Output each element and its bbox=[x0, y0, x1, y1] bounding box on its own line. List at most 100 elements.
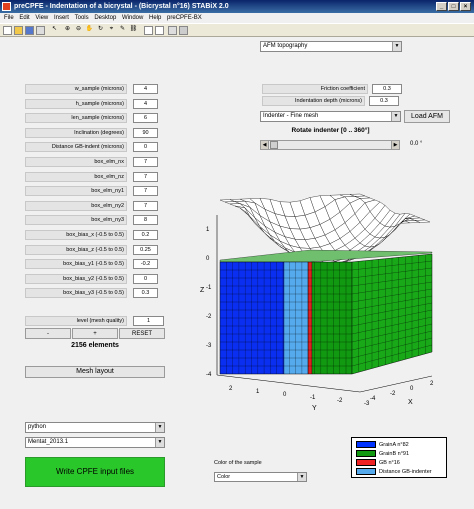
param-input[interactable]: -0.2 bbox=[133, 259, 158, 269]
open-folder-icon[interactable] bbox=[14, 26, 23, 35]
mesh-quality-minus-button[interactable]: - bbox=[25, 328, 71, 339]
param-label: box_bias_y1 (-0.5 to 0.5) bbox=[25, 259, 127, 269]
title-bar: preCPFE - Indentation of a bicrystal - (… bbox=[0, 0, 474, 13]
axis-tick-label: -2 bbox=[206, 314, 212, 320]
param-label: Distance GB-indent (microns) bbox=[25, 142, 127, 152]
param-input[interactable]: 0 bbox=[133, 142, 158, 152]
show-plot-tools-icon[interactable] bbox=[179, 26, 188, 35]
param-input[interactable]: 7 bbox=[133, 186, 158, 196]
legend-icon[interactable] bbox=[155, 26, 164, 35]
legend-item-grain-b: GrainB n°91 bbox=[356, 450, 409, 458]
zoom-in-icon[interactable]: ⊕ bbox=[63, 26, 72, 35]
param-input[interactable]: 0 bbox=[133, 274, 158, 284]
chevron-down-icon: ▼ bbox=[297, 473, 306, 481]
python-dropdown[interactable]: python ▼ bbox=[25, 422, 165, 433]
legend-swatch bbox=[356, 450, 376, 457]
indentation-depth-label: Indentation depth (microns) bbox=[262, 96, 365, 106]
hide-plot-tools-icon[interactable] bbox=[168, 26, 177, 35]
new-file-icon[interactable] bbox=[3, 26, 12, 35]
afm-dropdown-value: AFM topography bbox=[263, 43, 308, 49]
friction-coefficient-input[interactable]: 0.3 bbox=[372, 84, 402, 94]
param-label: box_bias_z (-0.5 to 0.5) bbox=[25, 245, 127, 255]
chevron-down-icon: ▼ bbox=[155, 438, 164, 447]
pan-icon[interactable]: ✋ bbox=[85, 26, 94, 35]
param-input[interactable]: 4 bbox=[133, 84, 158, 94]
axis-tick-label: 0 bbox=[410, 386, 414, 392]
menu-desktop[interactable]: Desktop bbox=[94, 13, 116, 23]
elements-count: 2156 elements bbox=[71, 342, 119, 349]
rotate-indenter-slider[interactable]: ◀ ▶ bbox=[260, 140, 400, 150]
axis-tick-label: 2 bbox=[229, 386, 233, 392]
param-label: box_elm_nx bbox=[25, 157, 127, 167]
reset-button[interactable]: RESET bbox=[119, 328, 165, 339]
param-input[interactable]: 6 bbox=[133, 113, 158, 123]
print-icon[interactable] bbox=[36, 26, 45, 35]
menu-insert[interactable]: Insert bbox=[54, 13, 69, 23]
axis-tick-label: -1 bbox=[206, 285, 212, 291]
axis-tick-label: -2 bbox=[337, 398, 343, 404]
slider-thumb[interactable] bbox=[270, 141, 278, 149]
param-input[interactable]: 0.25 bbox=[133, 245, 158, 255]
menu-precpfe-bx[interactable]: preCPFE-BX bbox=[167, 13, 202, 23]
y-axis-ticks: 2 1 0 -1 -2 -3 bbox=[229, 386, 370, 407]
param-label: w_sample (microns) bbox=[25, 84, 127, 94]
indentation-depth-input[interactable]: 0.3 bbox=[369, 96, 399, 106]
param-input[interactable]: 0.2 bbox=[133, 230, 158, 240]
rotate-3d-icon[interactable]: ↻ bbox=[96, 26, 105, 35]
colorbar-icon[interactable] bbox=[144, 26, 153, 35]
indenter-dropdown[interactable]: Indenter - Fine mesh ▼ bbox=[260, 111, 401, 122]
save-icon[interactable] bbox=[25, 26, 34, 35]
x-axis-label: X bbox=[408, 399, 413, 406]
app-icon bbox=[2, 2, 11, 11]
legend-item-distance-gb-indenter: Distance GB-indenter bbox=[356, 468, 432, 476]
mentat-dropdown[interactable]: Mentat_2013.1 ▼ bbox=[25, 437, 165, 448]
param-input[interactable]: 7 bbox=[133, 201, 158, 211]
menu-help[interactable]: Help bbox=[149, 13, 161, 23]
param-label: box_elm_ny3 bbox=[25, 215, 127, 225]
toolbar: ↖ ⊕ ⊖ ✋ ↻ ⌖ ✎ ⛓ bbox=[0, 23, 474, 37]
minimize-button[interactable]: _ bbox=[436, 2, 447, 11]
param-input[interactable]: 4 bbox=[133, 99, 158, 109]
legend-item-grain-a: GrainA n°82 bbox=[356, 441, 409, 449]
menu-edit[interactable]: Edit bbox=[19, 13, 29, 23]
close-button[interactable]: × bbox=[460, 2, 471, 11]
x-axis-ticks: -4 -2 0 2 bbox=[370, 381, 434, 402]
color-sample-dropdown[interactable]: Color ▼ bbox=[214, 472, 307, 482]
menu-file[interactable]: File bbox=[4, 13, 14, 23]
data-cursor-icon[interactable]: ⌖ bbox=[107, 26, 116, 35]
maximize-button[interactable]: □ bbox=[448, 2, 459, 11]
write-cpfe-input-files-button[interactable]: Write CPFE input files bbox=[25, 457, 165, 487]
load-afm-button[interactable]: Load AFM bbox=[404, 110, 450, 123]
menu-view[interactable]: View bbox=[35, 13, 48, 23]
chevron-down-icon: ▼ bbox=[155, 423, 164, 432]
param-input[interactable]: 90 bbox=[133, 128, 158, 138]
link-icon[interactable]: ⛓ bbox=[129, 26, 138, 35]
legend-swatch bbox=[356, 459, 376, 466]
param-input[interactable]: 7 bbox=[133, 157, 158, 167]
mesh-3d-plot[interactable]: Z Y X 1 0 -1 -2 -3 -4 2 1 0 -1 -2 -3 -4 -2 0 2 bbox=[190, 185, 474, 420]
rotate-indenter-value: 0.0 ° bbox=[410, 141, 423, 147]
pointer-icon[interactable]: ↖ bbox=[50, 26, 59, 35]
menu-tools[interactable]: Tools bbox=[75, 13, 89, 23]
axis-tick-label: 1 bbox=[256, 389, 260, 395]
afm-dropdown[interactable]: AFM topography ▼ bbox=[260, 41, 402, 52]
axis-tick-label: 0 bbox=[206, 256, 210, 262]
slider-right-arrow-icon[interactable]: ▶ bbox=[391, 141, 399, 149]
y-axis-line bbox=[216, 374, 361, 393]
param-input[interactable]: 0.3 bbox=[133, 288, 158, 298]
zoom-out-icon[interactable]: ⊖ bbox=[74, 26, 83, 35]
menu-window[interactable]: Window bbox=[122, 13, 143, 23]
legend-item-gb: GB n°16 bbox=[356, 459, 400, 467]
chevron-down-icon: ▼ bbox=[391, 112, 400, 121]
param-label: Inclination (degrees) bbox=[25, 128, 127, 138]
mesh-quality-plus-button[interactable]: + bbox=[72, 328, 118, 339]
mesh-layout-button[interactable]: Mesh layout bbox=[25, 366, 165, 378]
param-input[interactable]: 7 bbox=[133, 172, 158, 182]
slider-left-arrow-icon[interactable]: ◀ bbox=[261, 141, 269, 149]
brush-icon[interactable]: ✎ bbox=[118, 26, 127, 35]
axis-tick-label: -2 bbox=[390, 391, 396, 397]
mesh-quality-label: level (mesh quality) bbox=[25, 316, 127, 326]
param-input[interactable]: 8 bbox=[133, 215, 158, 225]
mesh-quality-input[interactable]: 1 bbox=[133, 316, 164, 326]
axis-tick-label: -4 bbox=[206, 372, 212, 378]
